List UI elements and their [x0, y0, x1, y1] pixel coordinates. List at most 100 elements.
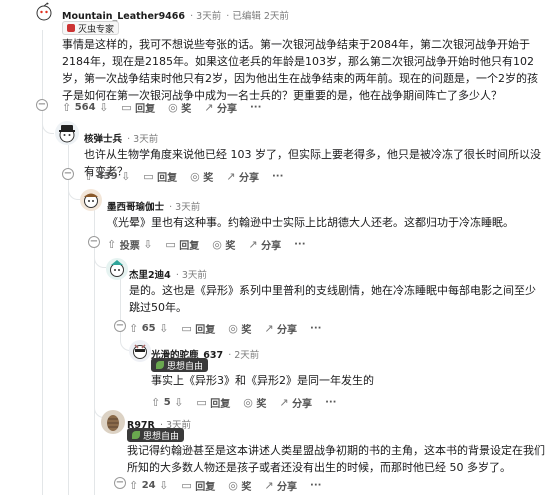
avatar[interactable]: [129, 340, 151, 362]
comment-header: 杰里2迪4 · 3天前: [129, 270, 207, 281]
reply-button[interactable]: ▭ 回复: [196, 395, 230, 410]
more-options-button[interactable]: ···: [310, 323, 321, 334]
vote-count: 5: [163, 397, 171, 408]
award-icon: ◎: [168, 101, 178, 114]
downvote-icon[interactable]: ⇩: [159, 322, 168, 335]
comment-time: 2天前: [234, 350, 260, 361]
upvote-icon[interactable]: ⇧: [62, 101, 71, 114]
share-button[interactable]: ↗ 分享: [226, 169, 259, 184]
award-button[interactable]: ◎ 奖: [228, 478, 251, 493]
more-options-button[interactable]: ···: [310, 480, 321, 491]
author-name[interactable]: 杰里2迪4: [129, 270, 171, 281]
reply-icon: ▭: [181, 479, 192, 492]
comment-time: 3天前: [133, 134, 159, 145]
comment-body: 是的。这也是《异形》系列中里普利的支线剧情，她在冷冻睡眠中每部电影之间至少跳过5…: [129, 284, 536, 314]
reply-button[interactable]: ▭ 回复: [181, 478, 215, 493]
award-button[interactable]: ◎ 奖: [190, 169, 213, 184]
reply-icon: ▭: [143, 170, 154, 183]
vote-count: 564: [74, 102, 96, 113]
comment-header: 核弹士兵 · 3天前: [84, 134, 159, 145]
reply-icon: ▭: [121, 101, 132, 114]
downvote-icon[interactable]: ⇩: [121, 170, 130, 183]
share-button[interactable]: ↗ 分享: [248, 237, 281, 252]
downvote-icon[interactable]: ⇩: [174, 396, 183, 409]
user-flair: 思想自由: [151, 354, 209, 373]
comment-body: 事实上《异形3》和《异形2》是同一年发生的: [151, 374, 374, 387]
collapse-thread-button[interactable]: −: [114, 477, 126, 489]
avatar[interactable]: [80, 189, 102, 211]
comment-time: 3天前: [196, 11, 222, 22]
upvote-icon[interactable]: ⇧: [84, 170, 93, 183]
reply-button[interactable]: ▭ 回复: [181, 321, 215, 336]
comment-body: 我记得约翰逊甚至是这本讲述人类星盟战争初期的书的主角，这本书的背景设定在我们所知…: [127, 444, 545, 474]
edited-time: 已编辑 2天前: [232, 11, 289, 22]
collapse-thread-button[interactable]: −: [114, 320, 126, 332]
award-icon: ◎: [190, 170, 200, 183]
comment-actions: ⇧ 439 ⇩ ▭ 回复 ◎ 奖 ↗ 分享 ···: [84, 169, 296, 184]
snoo-avatar-icon: [84, 193, 98, 208]
award-button[interactable]: ◎ 奖: [243, 395, 266, 410]
upvote-icon[interactable]: ⇧: [129, 479, 138, 492]
comment-time: 3天前: [175, 202, 201, 213]
pinecone-avatar-icon: [107, 415, 119, 431]
snoo-hat-avatar-icon: [59, 125, 75, 143]
share-button[interactable]: ↗ 分享: [264, 478, 297, 493]
avatar[interactable]: [106, 258, 128, 280]
collapse-thread-button[interactable]: −: [88, 236, 100, 248]
share-button[interactable]: ↗ 分享: [204, 100, 237, 115]
award-button[interactable]: ◎ 奖: [228, 321, 251, 336]
author-name[interactable]: 核弹士兵: [84, 134, 122, 145]
more-options-button[interactable]: ···: [250, 102, 261, 113]
comment-actions: ⇧ 5 ⇩ ▭ 回复 ◎ 奖 ↗ 分享 ···: [151, 395, 349, 410]
share-icon: ↗: [226, 170, 236, 183]
avatar[interactable]: [34, 2, 54, 22]
avatar[interactable]: [101, 410, 125, 434]
award-icon: ◎: [228, 479, 238, 492]
author-name[interactable]: 墨西哥瑜伽士: [107, 202, 164, 213]
share-button[interactable]: ↗ 分享: [279, 395, 312, 410]
reply-button[interactable]: ▭ 回复: [121, 100, 155, 115]
comment-body: 《光晕》里也有这种事。约翰逊中士实际上比胡德大人还老。这都归功于冷冻睡眠。: [107, 216, 514, 229]
downvote-icon[interactable]: ⇩: [99, 101, 108, 114]
snoo-avatar-icon: [110, 260, 124, 277]
upvote-icon[interactable]: ⇧: [107, 238, 116, 251]
leaf-icon: [132, 431, 140, 439]
downvote-icon[interactable]: ⇩: [159, 479, 168, 492]
vote-count: 24: [141, 480, 156, 491]
snoo-avatar-icon: [36, 2, 52, 21]
upvote-icon[interactable]: ⇧: [129, 322, 138, 335]
avatar[interactable]: [55, 121, 79, 145]
downvote-icon[interactable]: ⇩: [143, 238, 152, 251]
reply-button[interactable]: ▭ 回复: [143, 169, 177, 184]
award-icon: ◎: [228, 322, 238, 335]
award-icon: ◎: [212, 238, 222, 251]
user-flair: 思想自由: [127, 424, 185, 443]
more-options-button[interactable]: ···: [294, 239, 305, 250]
vote-count: 439: [96, 171, 118, 182]
comment-body: 事情是这样的，我可不想说些夸张的话。第一次银河战争结束于2084年，第二次银河战…: [62, 38, 538, 102]
share-icon: ↗: [248, 238, 258, 251]
award-button[interactable]: ◎ 奖: [212, 237, 235, 252]
collapse-thread-button[interactable]: −: [62, 168, 74, 180]
reply-icon: ▭: [196, 396, 207, 409]
award-button[interactable]: ◎ 奖: [168, 100, 191, 115]
comment-actions: ⇧ 投票 ⇩ ▭ 回复 ◎ 奖 ↗ 分享 ···: [107, 237, 319, 252]
comment-header: 墨西哥瑜伽士 · 3天前: [107, 202, 201, 213]
share-button[interactable]: ↗ 分享: [264, 321, 297, 336]
share-icon: ↗: [279, 396, 289, 409]
upvote-icon[interactable]: ⇧: [151, 396, 160, 409]
vote-count: 65: [141, 323, 156, 334]
comment-actions: ⇧ 564 ⇩ ▭ 回复 ◎ 奖 ↗ 分享 ···: [62, 100, 274, 115]
leaf-icon: [156, 361, 164, 369]
more-options-button[interactable]: ···: [272, 171, 283, 182]
reply-icon: ▭: [165, 238, 176, 251]
more-options-button[interactable]: ···: [325, 397, 336, 408]
share-icon: ↗: [264, 479, 274, 492]
collapse-thread-button[interactable]: −: [36, 99, 48, 111]
comment-time: 3天前: [181, 270, 207, 281]
award-icon: ◎: [243, 396, 253, 409]
comment-actions: ⇧ 65 ⇩ ▭ 回复 ◎ 奖 ↗ 分享 ···: [129, 321, 334, 336]
comment-actions: ⇧ 24 ⇩ ▭ 回复 ◎ 奖 ↗ 分享 ···: [129, 478, 334, 493]
share-icon: ↗: [204, 101, 214, 114]
reply-button[interactable]: ▭ 回复: [165, 237, 199, 252]
